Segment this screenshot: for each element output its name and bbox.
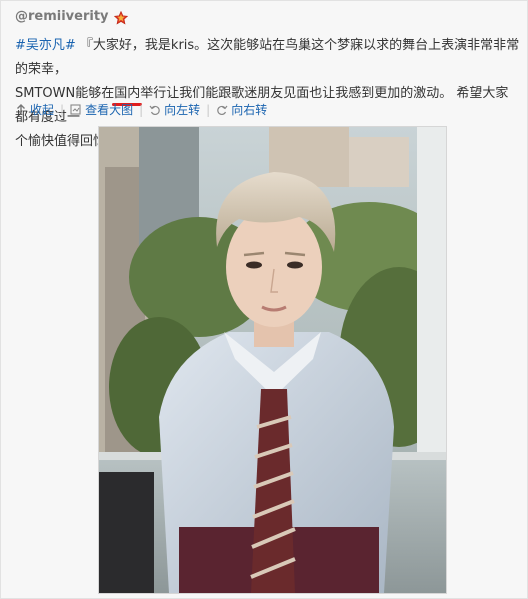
collapse-label: 收起 [30, 103, 55, 117]
rotate-right-button[interactable]: 向右转 [216, 101, 267, 118]
rotate-left-button[interactable]: 向左转 [149, 101, 200, 118]
rotate-left-label: 向左转 [164, 103, 201, 117]
collapse-arrow-icon [15, 103, 27, 116]
post-line-1: #吴亦凡# 『大家好，我是kris。这次能够站在鸟巢这个梦寐以求的舞台上表演非常… [15, 34, 521, 82]
rotate-left-icon [149, 104, 161, 116]
image-toolbar: 收起 | 查看大图 | 向左转 | 向右转 [15, 101, 267, 118]
collapse-button[interactable]: 收起 [15, 101, 54, 118]
post-line-1-text: 『大家好，我是kris。这次能够站在鸟巢这个梦寐以求的舞台上表演非常非常的荣幸， [15, 38, 520, 77]
rotate-right-icon [216, 104, 228, 116]
topic-hashtag-link[interactable]: #吴亦凡# [15, 38, 76, 53]
toolbar-divider: | [206, 102, 211, 117]
post-header: @remiiverity [15, 9, 128, 25]
toolbar-divider: | [60, 102, 65, 117]
toolbar-divider: | [139, 102, 144, 117]
magnifier-icon [70, 103, 82, 116]
rotate-right-label: 向右转 [231, 103, 268, 117]
portrait-photo-icon [99, 127, 446, 593]
username-link[interactable]: @remiiverity [15, 9, 109, 24]
view-large-button[interactable]: 查看大图 [70, 101, 133, 118]
post-photo[interactable] [98, 126, 447, 594]
weibo-post-card: @remiiverity #吴亦凡# 『大家好，我是kris。这次能够站在鸟巢这… [0, 0, 528, 599]
post-line-2-prefix: SMTOWN能够在 [15, 86, 115, 101]
view-large-label: 查看大图 [85, 103, 134, 117]
red-star-badge-icon [113, 10, 128, 25]
